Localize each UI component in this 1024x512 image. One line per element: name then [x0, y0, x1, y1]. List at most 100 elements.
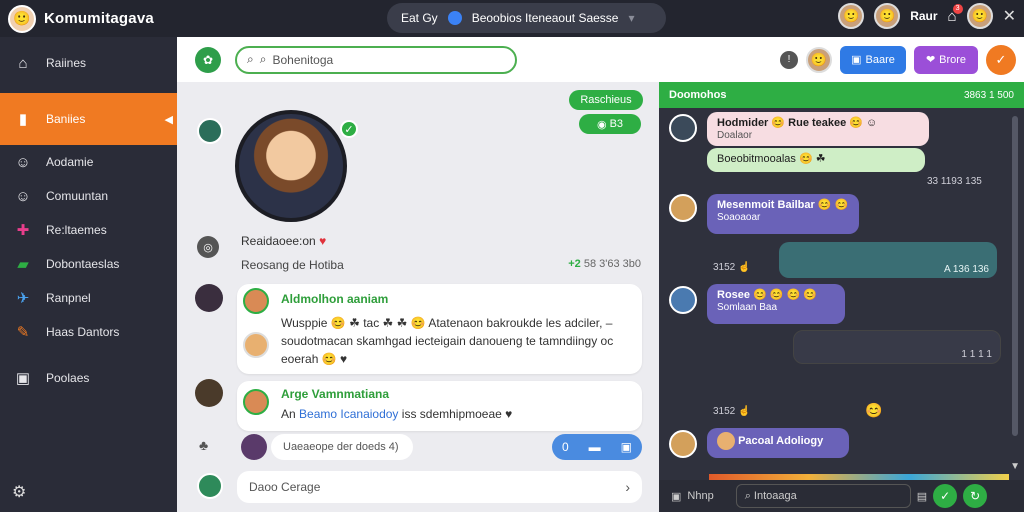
side-avatar[interactable] [197, 118, 223, 144]
refresh-button[interactable]: ↻ [963, 484, 988, 508]
search-placeholder: Bohenitoga [272, 52, 334, 67]
dropdown-icon[interactable]: ▾ [628, 11, 634, 25]
scrollbar[interactable] [1012, 116, 1018, 436]
search-icon: ⌕ [247, 52, 254, 66]
sidebar-item-3[interactable]: ☺ Aodamie [0, 145, 177, 179]
composer-avatar[interactable] [197, 473, 223, 499]
more-button[interactable]: ❤ Brore [914, 45, 978, 74]
side-avatar-post2[interactable] [195, 379, 223, 407]
chat-header: Doomohos 3863 1 500 [659, 82, 1024, 108]
message-bubble[interactable]: A 136 136 [779, 242, 997, 278]
msg-sub: Somlaan Baa [717, 302, 778, 313]
count-pill[interactable]: ◉ B3 [579, 114, 641, 134]
check-button[interactable]: ✓ [986, 44, 1016, 75]
friend-avatar-2[interactable]: 🙂 [874, 3, 901, 29]
sidebar-item-active[interactable]: ▮ Baniies ◀ [0, 93, 177, 145]
search-input[interactable]: ⌕ ⌕ Bohenitoga [235, 45, 517, 74]
tab-a[interactable]: Eat Gy [401, 11, 438, 25]
post-author-avatar[interactable] [243, 389, 269, 415]
chat-avatar[interactable] [669, 114, 697, 142]
side-avatar-post1[interactable] [195, 284, 223, 312]
chevron-right-icon[interactable]: › [625, 479, 630, 495]
more-button-label: Brore [939, 53, 967, 66]
time-text: 3152 [713, 262, 736, 273]
post-line-3: eoerah [281, 352, 319, 366]
status-pill[interactable]: Raschieus [569, 90, 643, 110]
post-text-pre: An [281, 407, 296, 421]
reply-action-label[interactable]: 0 [562, 440, 569, 454]
reply-input[interactable]: Uaeaeope der doeds 4) [271, 434, 413, 460]
heart-icon[interactable]: ♥ [319, 234, 326, 248]
chat-toolbar: ! 🙂 ▣ Baare ❤ Brore ✓ [659, 37, 1024, 82]
reply-actions[interactable]: 0 ▬ ▣ [552, 434, 642, 460]
chat-header-time: 3863 1 500 [963, 89, 1014, 101]
globe-icon: ◉ [596, 118, 610, 131]
sidebar-item-label: Comuuntan [46, 189, 109, 203]
pencil-icon: ✎ [16, 324, 30, 341]
reply-action-bar: ▬ [588, 440, 601, 454]
msg-text: Boeobitmooalas [717, 153, 796, 165]
profile-stat: +2 58 3'63 3b0 [568, 258, 641, 270]
globe-icon [447, 11, 462, 25]
post-author[interactable]: Aldmolhon aaniam [281, 292, 388, 306]
top-tabs[interactable]: Eat Gy Beoobios Iteneaout Saesse ▾ [387, 3, 666, 33]
chat-avatar[interactable] [669, 194, 697, 222]
msg-sub: Soaoaoar [717, 212, 761, 223]
message-bubble[interactable]: Rosee 😊 😊 😊 😊 Somlaan Baa [707, 284, 845, 324]
sidebar-item-8[interactable]: ✎ Haas Dantors [0, 315, 177, 349]
info-icon[interactable]: ! [780, 50, 798, 69]
sidebar-item-4[interactable]: ☺ Comuuntan [0, 179, 177, 213]
confirm-button[interactable]: ✓ [933, 484, 958, 508]
user-name[interactable]: Raur [910, 9, 937, 23]
message-bubble[interactable]: Mesenmoit Bailbar 😊 😊 Soaoaoar [707, 194, 859, 234]
sidebar-item-label: Raiines [46, 56, 87, 70]
leaf-icon[interactable]: ✿ [195, 46, 221, 73]
chat-user-avatar[interactable]: 🙂 [806, 46, 832, 73]
post-author-avatar[interactable] [243, 288, 269, 314]
reply-avatar[interactable] [241, 434, 267, 460]
chat-avatar[interactable] [669, 430, 697, 458]
stat-value: 58 3'63 3b0 [583, 258, 641, 270]
image-icon[interactable]: ▣ [621, 440, 632, 454]
close-icon[interactable]: ✕ [1003, 6, 1016, 26]
post-link[interactable]: Beamo Icanaiodoy [299, 407, 398, 421]
post-card-1[interactable]: Aldmolhon aaniam Wusppie 😊 ☘ tac ☘ ☘ 😊 A… [237, 284, 642, 374]
people-icon[interactable]: ♣ [199, 437, 208, 453]
chat-avatar[interactable] [669, 286, 697, 314]
sidebar-item-7[interactable]: ✈ Ranpnel [0, 281, 177, 315]
msg-text: Hodmider [717, 117, 769, 129]
composer-input[interactable]: Daoo Cerage › [237, 471, 642, 503]
home-icon: ⌂ [18, 54, 28, 72]
friend-avatar-1[interactable]: 🙂 [838, 3, 865, 29]
post-card-2[interactable]: Arge Vamnmatiana An Beamo Icanaiodoy iss… [237, 381, 642, 431]
sidebar-item-9[interactable]: ▣ Poolaes [0, 361, 177, 395]
notification-icon[interactable]: ⌂ 3 [948, 3, 963, 25]
share-icon: ▣ [851, 54, 862, 66]
post-commenter-avatar[interactable] [243, 332, 269, 358]
user-avatar[interactable]: 🙂 [966, 3, 993, 29]
camera-icon: ▣ [15, 370, 31, 387]
post-author[interactable]: Arge Vamnmatiana [281, 387, 389, 401]
share-button[interactable]: ▣ Baare [840, 45, 906, 74]
attach-icon[interactable]: ▣ [671, 490, 681, 503]
notification-badge: 3 [952, 3, 963, 14]
doc-icon[interactable]: ▤ [917, 490, 927, 503]
scroll-down-icon[interactable]: ▼ [1010, 461, 1020, 472]
profile-subtitle: Reosang de Hotiba [241, 258, 344, 272]
sidebar-item-5[interactable]: ✚ Re:ltaemes [0, 213, 177, 247]
chat-input-placeholder: Intoaaga [753, 490, 797, 502]
message-bubble[interactable]: Boeobitmooalas 😊 ☘ [707, 148, 925, 172]
profile-avatar[interactable] [235, 110, 347, 222]
message-bubble[interactable]: Pacoal Adoliogy [707, 428, 849, 458]
brand[interactable]: 🙂 Komumitagava [8, 4, 154, 33]
sidebar-item-6[interactable]: ▰ Dobontaeslas [0, 247, 177, 281]
tab-b[interactable]: Beoobios Iteneaout Saesse [472, 11, 619, 25]
sidebar-item-label: Aodamie [46, 155, 94, 169]
sidebar-item-home[interactable]: ⌂ Raiines [0, 45, 177, 81]
message-bubble[interactable]: 1 1 1 1 [793, 330, 1001, 364]
message-bubble[interactable]: Hodmider 😊 Rue teakee 😊 ☺ Doalaor [707, 112, 929, 146]
settings-icon[interactable]: ⚙ [12, 482, 26, 502]
app-logo-avatar: 🙂 [8, 4, 36, 33]
chat-input[interactable]: ⌕ Intoaaga [735, 484, 911, 508]
post-line-1: Atatenaon bakroukde les adciler, – [428, 316, 613, 330]
